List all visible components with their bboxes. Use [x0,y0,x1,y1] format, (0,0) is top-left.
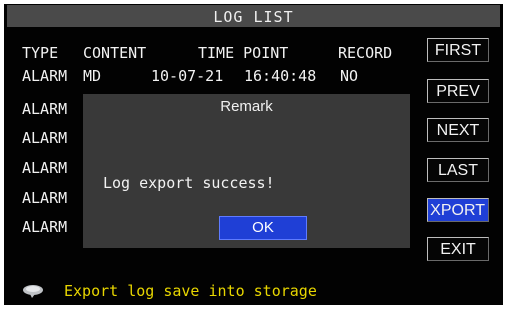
row-3-type[interactable]: ALARM [22,129,67,147]
next-button[interactable]: NEXT [427,118,489,142]
window-title: LOG LIST [213,8,294,26]
title-bar: LOG LIST [7,5,500,27]
row-2-type[interactable]: ALARM [22,100,67,118]
status-text: Export log save into storage [64,282,317,300]
row-1-record[interactable]: NO [340,67,358,85]
column-header-content: CONTENT [83,44,147,62]
dialog-title: Remark [220,98,273,115]
row-1-date[interactable]: 10-07-21 [151,67,223,85]
first-button[interactable]: FIRST [427,38,489,62]
row-6-type[interactable]: ALARM [22,218,67,236]
dialog-message: Log export success! [103,174,275,192]
row-4-type[interactable]: ALARM [22,159,67,177]
status-bar: Export log save into storage [22,282,317,300]
row-1-type[interactable]: ALARM [22,67,67,85]
column-header-record: RECORD [338,44,393,62]
export-button[interactable]: XPORT [427,198,489,222]
prev-button[interactable]: PREV [427,79,489,103]
remark-dialog: Remark Log export success! OK [83,94,410,248]
column-header-type: TYPE [22,44,59,62]
row-1-content[interactable]: MD [83,67,101,85]
row-1-time[interactable]: 16:40:48 [244,67,316,85]
speech-bubble-icon [23,285,43,298]
exit-button[interactable]: EXIT [427,237,489,261]
column-header-time-point: TIME POINT [198,44,289,62]
device-screen: LOG LIST TYPE CONTENT TIME POINT RECORD … [4,4,503,305]
row-5-type[interactable]: ALARM [22,189,67,207]
last-button[interactable]: LAST [427,158,489,182]
ok-button[interactable]: OK [219,216,307,240]
